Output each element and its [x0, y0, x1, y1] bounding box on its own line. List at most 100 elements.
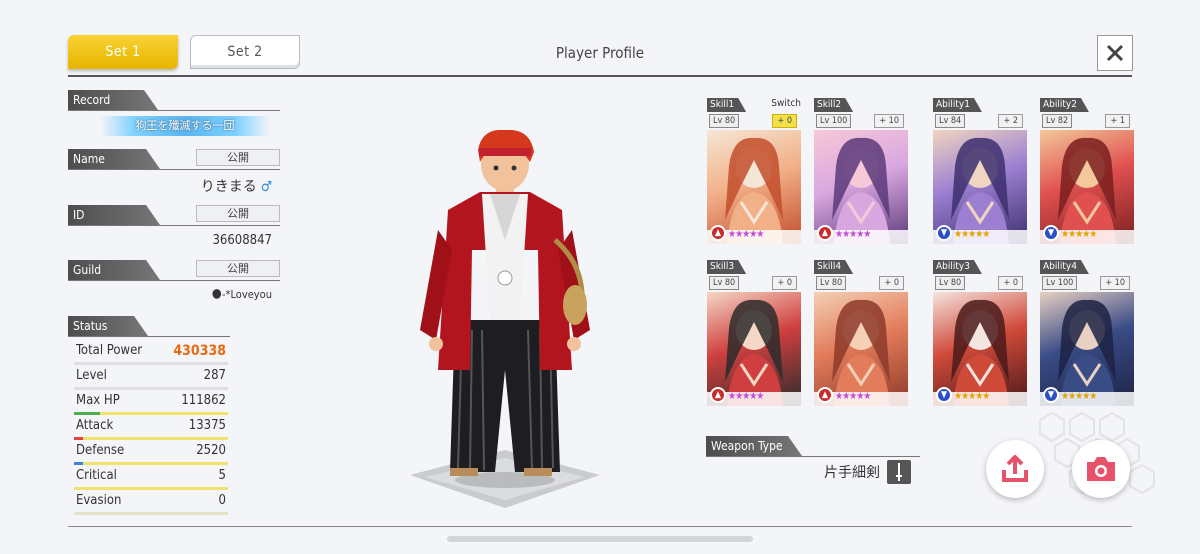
weapon-rule [706, 456, 920, 457]
card-level: Lv 80 [816, 276, 847, 290]
card-plus: + 10 [1100, 276, 1130, 290]
rarity-stars-icon: ★★★★★ [954, 391, 990, 402]
fire-element-icon: ▲ [710, 387, 726, 403]
guild-rule [68, 280, 280, 281]
camera-icon [1087, 457, 1115, 481]
card-level: Lv 100 [1042, 276, 1078, 290]
card-skill4[interactable]: Skill4 Lv 80 + 0 ▲ ★★★★★ [814, 260, 908, 406]
card-slot-label: Ability3 [933, 260, 982, 274]
player-id: 36608847 [212, 233, 272, 248]
card-plus: + 0 [998, 276, 1023, 290]
name-header: Name [68, 149, 160, 169]
card-ability1[interactable]: Ability1 Lv 84 + 2 ▼ ★★★★★ [933, 98, 1027, 244]
card-level: Lv 80 [709, 114, 740, 128]
header-divider [68, 75, 1132, 77]
camera-button[interactable] [1072, 440, 1130, 498]
card-slot-label: Ability4 [1040, 260, 1089, 274]
record-rule [68, 110, 280, 111]
id-visibility[interactable]: 公開 [196, 205, 280, 222]
rarity-stars-icon: ★★★★★ [835, 391, 871, 402]
fire-element-icon: ▲ [817, 225, 833, 241]
card-slot-label: Ability1 [933, 98, 982, 112]
guild-header: Guild [68, 260, 160, 280]
status-value: 430338 [173, 343, 226, 359]
name-rule [68, 169, 280, 170]
card-plus: + 10 [874, 114, 904, 128]
id-rule [68, 225, 280, 226]
status-value: 0 [218, 493, 226, 508]
card-skill2[interactable]: Skill2 Lv 100 + 10 ▲ ★★★★★ [814, 98, 908, 244]
status-row-evasion: Evasion 0 [74, 490, 228, 515]
name-visibility[interactable]: 公開 [196, 149, 280, 166]
guild-visibility[interactable]: 公開 [196, 260, 280, 277]
weapon-type: 片手細剣 [824, 465, 880, 481]
player-name-text: りきまる [200, 179, 257, 195]
record-header: Record [68, 90, 158, 110]
card-ability2[interactable]: Ability2 Lv 82 + 1 ▼ ★★★★★ [1040, 98, 1134, 244]
status-bar [74, 512, 228, 515]
card-skill1[interactable]: Skill1 Switch Lv 80 + 0 ▲ ★★★★★ [707, 98, 801, 244]
close-button[interactable] [1097, 35, 1133, 71]
rarity-stars-icon: ★★★★★ [954, 229, 990, 240]
character-portrait: ▼ ★★★★★ [1040, 292, 1134, 406]
card-ability4[interactable]: Ability4 Lv 100 + 10 ▼ ★★★★★ [1040, 260, 1134, 406]
status-label: Defense [76, 443, 125, 458]
status-value: 287 [203, 368, 226, 383]
scroll-indicator[interactable] [447, 536, 753, 542]
guild-name: 🌑-*Loveyou [211, 288, 272, 301]
rarity-stars-icon: ★★★★★ [728, 229, 764, 240]
character-portrait: ▼ ★★★★★ [1040, 130, 1134, 244]
card-slot-label: Skill1 [707, 98, 746, 112]
card-slot-label: Skill4 [814, 260, 853, 274]
status-label: Evasion [76, 493, 122, 508]
fire-element-icon: ▲ [710, 225, 726, 241]
player-name: りきまる ♂ [150, 176, 272, 196]
id-header: ID [68, 205, 160, 225]
card-plus: + 0 [772, 276, 797, 290]
status-row-max-hp: Max HP 111862 [74, 390, 228, 415]
status-row-critical: Critical 5 [74, 465, 228, 490]
rapier-icon [887, 460, 911, 484]
record-banner: 狗王を殲滅する一団 [100, 116, 270, 136]
character-portrait: ▲ ★★★★★ [707, 130, 801, 244]
water-element-icon: ▼ [936, 225, 952, 241]
card-level: Lv 84 [935, 114, 966, 128]
card-level: Lv 80 [935, 276, 966, 290]
water-element-icon: ▼ [1043, 387, 1059, 403]
card-slot-label: Skill2 [814, 98, 853, 112]
fire-element-icon: ▲ [817, 387, 833, 403]
status-label: Total Power [76, 343, 143, 358]
water-element-icon: ▼ [936, 387, 952, 403]
status-label: Critical [76, 468, 117, 483]
card-level: Lv 100 [816, 114, 852, 128]
status-label: Level [76, 368, 107, 383]
character-portrait: ▲ ★★★★★ [707, 292, 801, 406]
rarity-stars-icon: ★★★★★ [1061, 391, 1097, 402]
status-label: Attack [76, 418, 114, 433]
page-title: Player Profile [555, 44, 645, 62]
character-portrait: ▲ ★★★★★ [814, 130, 908, 244]
share-button[interactable] [986, 440, 1044, 498]
card-plus: + 0 [772, 114, 797, 128]
card-plus: + 2 [998, 114, 1023, 128]
card-plus: + 1 [1105, 114, 1130, 128]
status-row-attack: Attack 13375 [74, 415, 228, 440]
gender-icon: ♂ [260, 179, 272, 195]
character-model [410, 130, 600, 508]
character-portrait: ▼ ★★★★★ [933, 130, 1027, 244]
tab-set-1[interactable]: Set 1 [68, 35, 178, 69]
status-row-level: Level 287 [74, 365, 228, 390]
rarity-stars-icon: ★★★★★ [835, 229, 871, 240]
share-icon [1002, 455, 1028, 482]
close-icon [1106, 44, 1124, 62]
status-header: Status [68, 316, 148, 336]
card-level: Lv 82 [1042, 114, 1073, 128]
status-label: Max HP [76, 393, 120, 408]
status-row-total-power: Total Power 430338 [74, 340, 228, 365]
status-value: 5 [218, 468, 226, 483]
card-plus: + 0 [879, 276, 904, 290]
card-skill3[interactable]: Skill3 Lv 80 + 0 ▲ ★★★★★ [707, 260, 801, 406]
tab-set-2[interactable]: Set 2 [190, 35, 300, 69]
status-value: 13375 [188, 418, 226, 433]
card-ability3[interactable]: Ability3 Lv 80 + 0 ▼ ★★★★★ [933, 260, 1027, 406]
